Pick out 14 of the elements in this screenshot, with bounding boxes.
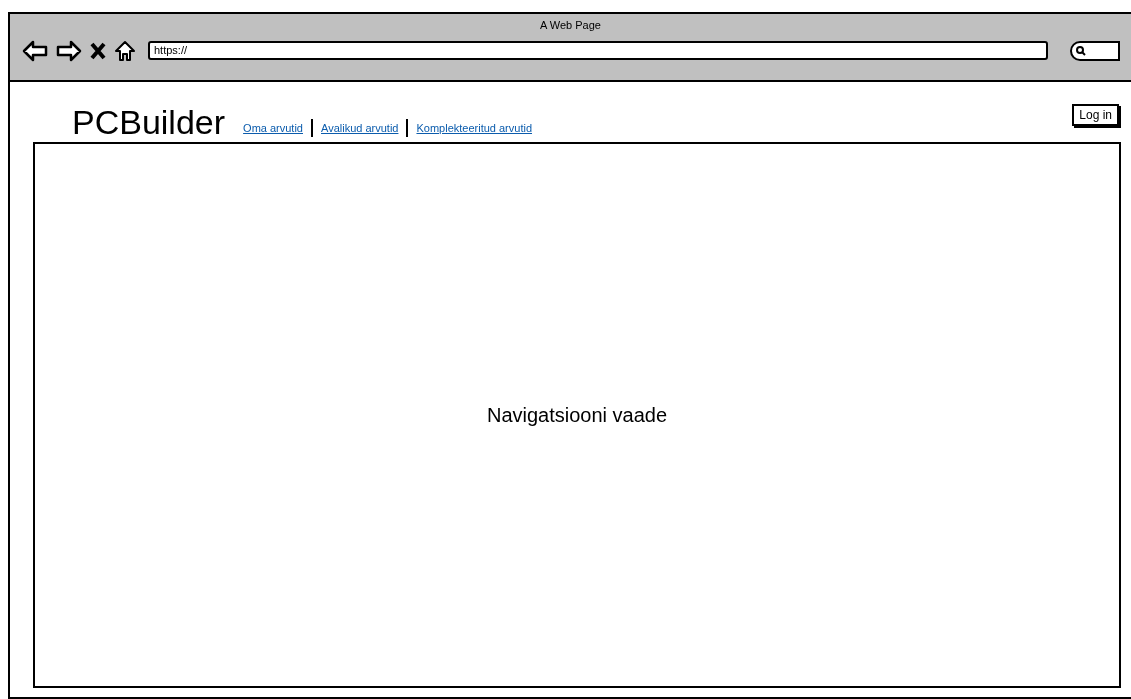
login-button[interactable]: Log in (1072, 104, 1119, 126)
search-icon (1076, 45, 1086, 56)
window-title: A Web Page (540, 18, 601, 33)
close-icon[interactable] (90, 41, 106, 60)
address-field[interactable]: https:// (148, 41, 1048, 60)
site-logo: PCBuilder (72, 105, 226, 139)
panel-label: Navigatsiooni vaade (486, 403, 668, 428)
back-icon[interactable] (22, 39, 48, 62)
search-field[interactable] (1070, 40, 1120, 61)
home-icon[interactable] (114, 39, 136, 62)
nav-link[interactable]: Oma arvutid (243, 119, 303, 137)
forward-icon[interactable] (56, 39, 82, 62)
nav-link[interactable]: Komplekteeritud arvutid (416, 119, 532, 137)
nav-link[interactable]: Avalikud arvutid (321, 119, 399, 137)
